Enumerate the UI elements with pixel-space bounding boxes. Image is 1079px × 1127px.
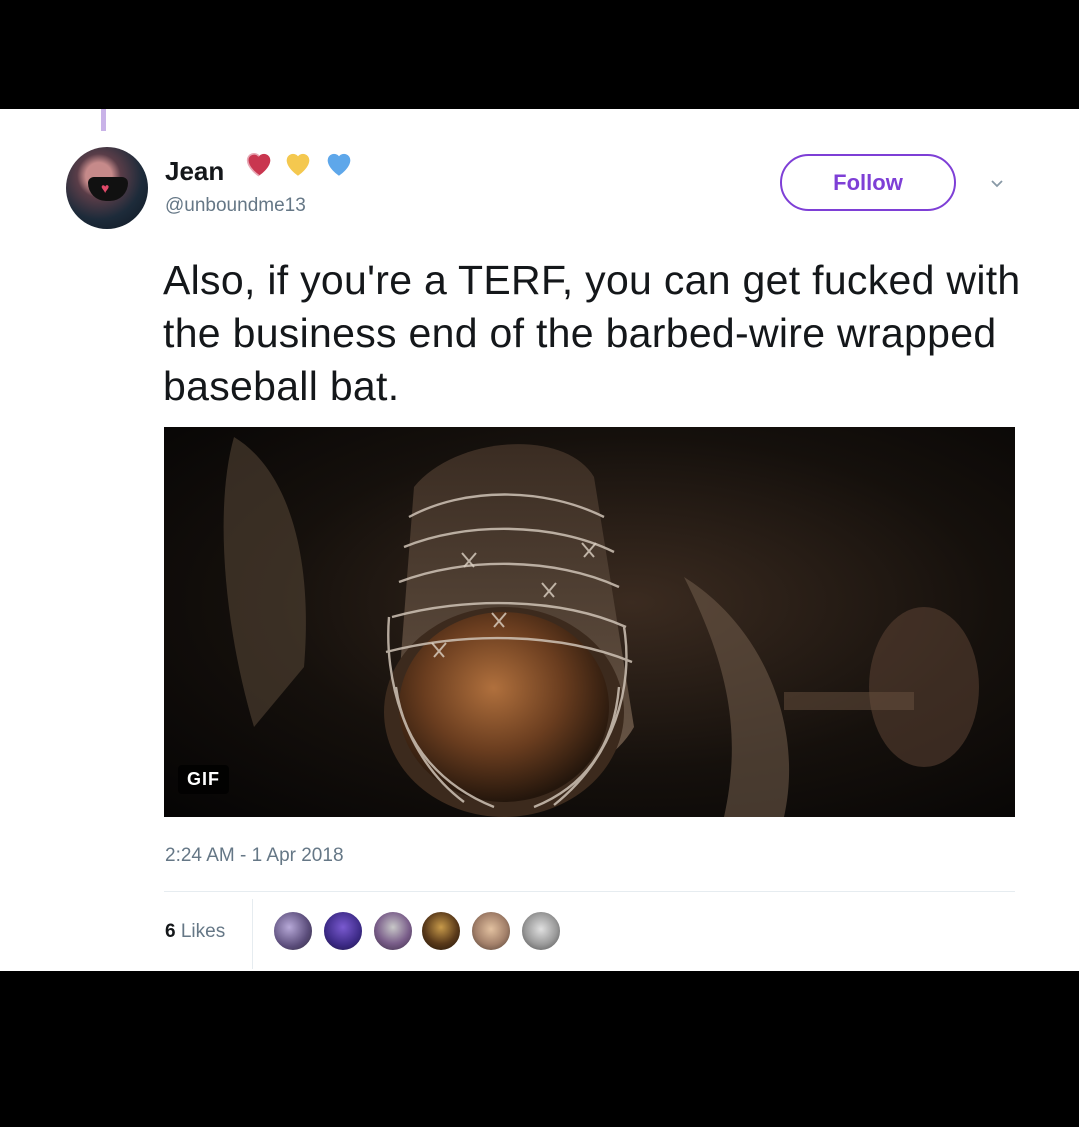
tweet-text: Also, if you're a TERF, you can get fuck…: [163, 257, 1021, 409]
chevron-down-icon[interactable]: [990, 177, 1004, 191]
author-handle[interactable]: @unboundme13: [165, 195, 306, 217]
tweet-card: ♥ Jean @unboundme13 Follow Also, if you'…: [0, 109, 1079, 971]
likes-label: Likes: [180, 921, 226, 942]
likes-number: 6: [165, 921, 176, 942]
thread-line: [101, 109, 106, 131]
avatar-heart-icon: ♥: [101, 180, 110, 196]
likes-separator: [252, 899, 253, 969]
liker-avatar[interactable]: [420, 910, 462, 952]
red-heart-icon: [246, 152, 271, 177]
tweet-media-gif[interactable]: GIF: [164, 427, 1015, 817]
divider: [164, 891, 1015, 892]
blue-heart-icon: [327, 153, 351, 176]
yellow-heart-icon: [286, 153, 310, 176]
liker-avatar[interactable]: [520, 910, 562, 952]
liker-avatar[interactable]: [372, 910, 414, 952]
follow-button[interactable]: Follow: [780, 154, 956, 211]
likes-count[interactable]: 6 Likes: [165, 921, 225, 943]
avatar[interactable]: ♥: [66, 147, 148, 229]
gif-badge: GIF: [178, 765, 229, 794]
liker-avatar[interactable]: [272, 910, 314, 952]
media-illustration: [223, 437, 979, 817]
liker-avatar[interactable]: [470, 910, 512, 952]
liker-avatar[interactable]: [322, 910, 364, 952]
tweet-timestamp[interactable]: 2:24 AM - 1 Apr 2018: [165, 845, 344, 867]
author-name[interactable]: Jean: [165, 156, 224, 187]
